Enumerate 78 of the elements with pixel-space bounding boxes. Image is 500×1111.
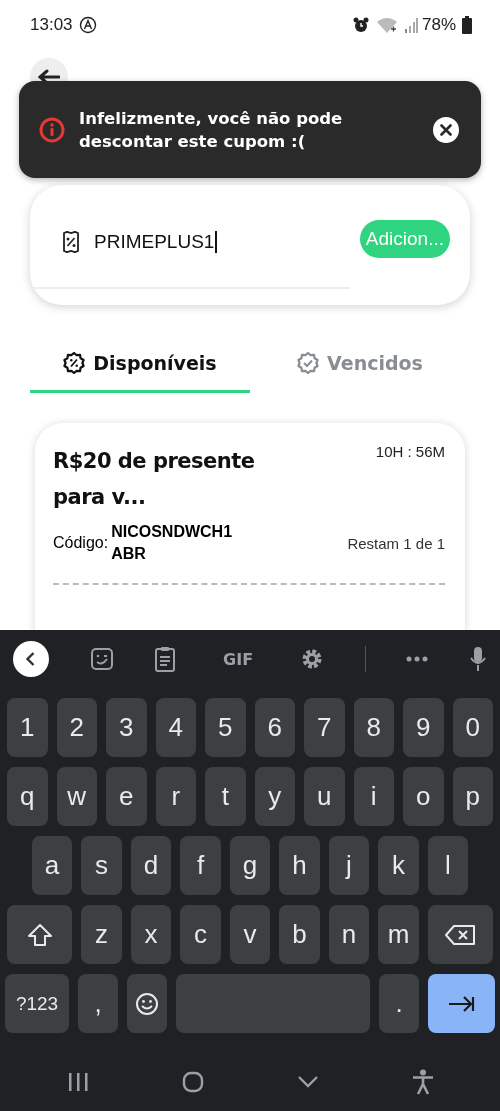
- key[interactable]: r: [155, 767, 196, 826]
- key[interactable]: v: [229, 905, 271, 964]
- shift-key[interactable]: [7, 905, 73, 964]
- recents-icon[interactable]: [66, 1071, 89, 1092]
- clock: 13:03: [30, 15, 73, 35]
- backspace-icon: [444, 923, 477, 946]
- key[interactable]: 5: [205, 698, 246, 757]
- close-button[interactable]: [433, 116, 459, 143]
- smiley-icon: [134, 991, 159, 1016]
- code-label: Código:: [53, 534, 109, 552]
- accessibility-icon[interactable]: [411, 1068, 434, 1095]
- key[interactable]: 6: [254, 698, 295, 757]
- key[interactable]: k: [378, 836, 419, 895]
- battery-level: 78%: [421, 15, 456, 35]
- symbols-key[interactable]: ?123: [5, 974, 70, 1033]
- key[interactable]: 8: [353, 698, 394, 757]
- more-icon[interactable]: [406, 656, 429, 662]
- key[interactable]: w: [56, 767, 97, 826]
- auto-mode-icon: [78, 16, 97, 34]
- sticker-icon[interactable]: [89, 647, 114, 671]
- backspace-key[interactable]: [427, 905, 493, 964]
- key[interactable]: c: [180, 905, 221, 964]
- check-badge-icon: [297, 351, 320, 374]
- clipboard-icon[interactable]: [154, 646, 177, 672]
- key[interactable]: b: [279, 905, 320, 964]
- tab[interactable]: Disponíveis: [30, 335, 250, 393]
- key[interactable]: y: [254, 767, 295, 826]
- enter-key[interactable]: [428, 974, 495, 1033]
- remaining-count: Restam 1 de 1: [347, 534, 445, 552]
- key[interactable]: p: [452, 767, 493, 826]
- key[interactable]: e: [106, 767, 147, 826]
- key[interactable]: ,: [78, 974, 118, 1033]
- key[interactable]: 3: [106, 698, 147, 757]
- key[interactable]: m: [378, 905, 419, 964]
- key[interactable]: j: [328, 836, 370, 895]
- microphone-icon[interactable]: [468, 646, 487, 672]
- coupon-code: NICOSNDWCH1ABR: [111, 522, 234, 564]
- key[interactable]: l: [427, 836, 469, 895]
- shift-arrow-icon: [26, 922, 53, 947]
- key[interactable]: f: [180, 836, 221, 895]
- gif-button[interactable]: GIF: [217, 648, 260, 670]
- key[interactable]: n: [328, 905, 370, 964]
- close-icon: [440, 123, 452, 136]
- coupon-icon: [62, 231, 80, 253]
- key[interactable]: h: [279, 836, 320, 895]
- battery-icon: [462, 16, 472, 34]
- key[interactable]: .: [379, 974, 419, 1033]
- hide-keyboard-icon[interactable]: [296, 1074, 319, 1089]
- key[interactable]: 7: [304, 698, 345, 757]
- key[interactable]: g: [229, 836, 271, 895]
- alarm-icon: [351, 16, 370, 34]
- info-icon: [39, 116, 65, 143]
- key[interactable]: d: [130, 836, 172, 895]
- key[interactable]: u: [304, 767, 345, 826]
- key[interactable]: o: [403, 767, 444, 826]
- signal-icon: [403, 17, 418, 33]
- toast-message: Infelizmente, você não pode descontar este cupom :(: [79, 107, 344, 153]
- tab-arrow-icon: [447, 994, 476, 1013]
- key[interactable]: t: [205, 767, 246, 826]
- key[interactable]: z: [81, 905, 122, 964]
- countdown: 10H : 56M: [375, 443, 445, 460]
- key[interactable]: a: [31, 836, 73, 895]
- key[interactable]: 2: [56, 698, 97, 757]
- emoji-key[interactable]: [127, 974, 167, 1033]
- key[interactable]: s: [81, 836, 122, 895]
- collapse-button[interactable]: [13, 641, 49, 677]
- key[interactable]: q: [7, 767, 48, 826]
- key[interactable]: 0: [452, 698, 493, 757]
- home-icon[interactable]: [181, 1070, 204, 1093]
- key[interactable]: 9: [403, 698, 444, 757]
- key[interactable]: 4: [155, 698, 196, 757]
- coupon-title: R$20 de presente para v...: [53, 448, 256, 511]
- key[interactable]: x: [130, 905, 172, 964]
- key[interactable]: 1: [7, 698, 48, 757]
- key[interactable]: i: [353, 767, 394, 826]
- discount-badge-icon: [63, 351, 86, 374]
- wifi-icon: [375, 16, 398, 34]
- coupon-code-field[interactable]: PRIMEPLUS1: [30, 211, 350, 289]
